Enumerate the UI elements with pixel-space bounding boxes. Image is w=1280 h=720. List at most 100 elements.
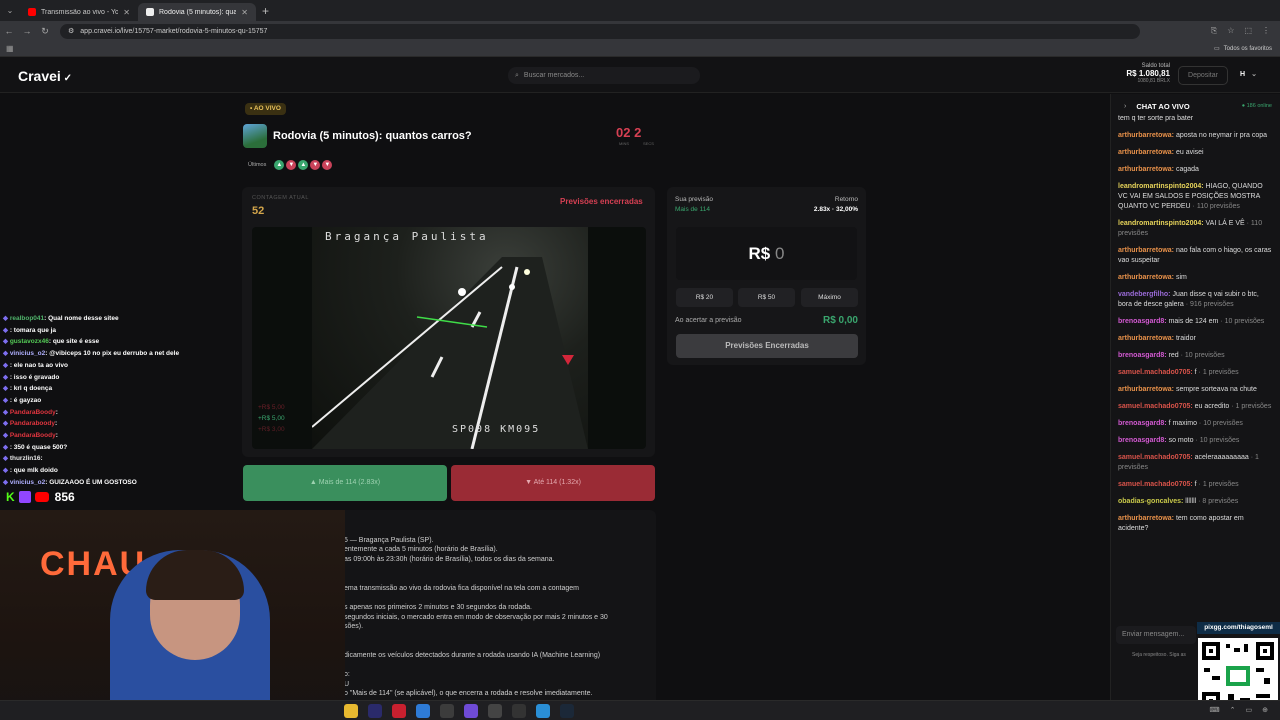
obs-icon[interactable]: [488, 704, 502, 718]
chat-text: eu acredito: [1192, 403, 1230, 410]
translate-icon[interactable]: ⎘: [1211, 26, 1217, 36]
chat-username[interactable]: leandromartinspinto2004:: [1118, 183, 1204, 190]
site-info-icon[interactable]: ⚙: [68, 27, 74, 35]
premiere-icon[interactable]: [368, 704, 382, 718]
chat-text: aceleraaaaaaaaa: [1192, 454, 1249, 461]
new-tab-icon[interactable]: +: [262, 4, 269, 18]
chat-text: VAI LÁ E VÊ: [1203, 220, 1245, 227]
chat-username[interactable]: arthurbarretowa:: [1118, 247, 1174, 254]
viewer-count: K 856: [6, 490, 75, 504]
close-tab-icon[interactable]: ✕: [241, 8, 248, 17]
close-tab-icon[interactable]: ✕: [123, 8, 130, 17]
tray-up-icon[interactable]: ⌃: [1230, 706, 1236, 714]
bet-more-button[interactable]: ▲ Mais de 114 (2.83x): [243, 465, 447, 501]
overlay-chat-text: : 350 é quase 500?: [9, 443, 68, 451]
tab-cravei[interactable]: Rodovia (5 minutos): quantos c ✕: [138, 3, 256, 21]
bookmark-star-icon[interactable]: ☆: [1227, 26, 1234, 36]
menu-icon[interactable]: ⋮: [1262, 26, 1270, 36]
overlay-chat-line: ◆ Pandaraboody:: [3, 418, 243, 430]
reload-icon[interactable]: ↻: [36, 26, 54, 37]
chat-text: tem q ter sorte pra bater: [1118, 115, 1194, 122]
amount-prefix: R$: [748, 244, 771, 263]
download-icon[interactable]: [512, 704, 526, 718]
chat-username[interactable]: arthurbarretowa:: [1118, 274, 1174, 281]
chat-username[interactable]: obadias-goncalves:: [1118, 498, 1183, 505]
predictions-closed-button[interactable]: Previsões Encerradas: [676, 334, 858, 358]
chat-message: samuel.machado0705: aceleraaaaaaaaa · 1 …: [1118, 453, 1273, 473]
app-icon[interactable]: [392, 704, 406, 718]
chat-username[interactable]: brenoasgard8:: [1118, 420, 1167, 427]
your-prediction-value: Mais de 114: [675, 206, 710, 213]
quick-amount-max-button[interactable]: Máximo: [801, 288, 858, 307]
chat-message-input[interactable]: Enviar mensagem...: [1116, 626, 1196, 644]
steam-icon[interactable]: [560, 704, 574, 718]
keyboard-icon[interactable]: ⌨: [1210, 706, 1220, 714]
network-icon[interactable]: ⊕: [1262, 706, 1268, 714]
tab-list-chevron-icon[interactable]: ⌄: [0, 6, 20, 15]
chat-username[interactable]: samuel.machado0705:: [1118, 481, 1193, 488]
chat-message: leandromartinspinto2004: HIAGO, QUANDO V…: [1118, 182, 1273, 212]
url-input[interactable]: ⚙ app.cravei.io/live/15757-market/rodovi…: [60, 23, 1140, 39]
collapse-chat-icon[interactable]: ›: [1124, 103, 1126, 110]
folder-icon: ▭: [1213, 46, 1220, 52]
result-down-icon: ▼: [286, 160, 297, 170]
chat-username[interactable]: samuel.machado0705:: [1118, 454, 1193, 461]
bet-more-label: Mais de 114 (2.83x): [318, 479, 381, 486]
chat-message: samuel.machado0705: f · 1 previsões: [1118, 480, 1273, 490]
apps-grid-icon[interactable]: ▦: [6, 44, 14, 53]
chat-messages[interactable]: tem q ter sorte pra bater arthurbarretowa…: [1118, 114, 1273, 614]
road-illustration: [311, 257, 588, 449]
overlay-chat-line: ◆ vinicius_o2: GUIZAAOO É UM GOSTOSO: [3, 477, 243, 489]
chat-username[interactable]: arthurbarretowa:: [1118, 149, 1174, 156]
badge-icon: ◆: [3, 467, 10, 475]
return-label: Retorno: [834, 196, 858, 203]
chat-username[interactable]: samuel.machado0705:: [1118, 403, 1193, 410]
bet-under-button[interactable]: ▼ Até 114 (1.32x): [451, 465, 655, 501]
chat-username[interactable]: arthurbarretowa:: [1118, 166, 1174, 173]
chat-username[interactable]: arthurbarretowa:: [1118, 515, 1174, 522]
quick-amount-20-button[interactable]: R$ 20: [676, 288, 733, 307]
chrome-icon[interactable]: [440, 704, 454, 718]
overlay-chat-text: :: [40, 455, 43, 463]
timer-sec-label: SECS: [643, 141, 654, 146]
chat-message: brenoasgard8: red · 10 previsões: [1118, 351, 1273, 361]
amount-input[interactable]: R$ 0: [676, 227, 857, 280]
chat-username[interactable]: samuel.machado0705:: [1118, 369, 1193, 376]
url-text: app.cravei.io/live/15757-market/rodovia-…: [80, 27, 268, 35]
overlay-chat-text: : krl q doença: [9, 385, 53, 393]
avatar[interactable]: H ⌄: [1240, 70, 1257, 78]
chat-prediction-count: · 110 previsões: [1190, 203, 1240, 210]
taskbar: ⌨ ⌃ ▭ ⊕: [0, 700, 1280, 720]
tab-youtube[interactable]: Transmissão ao vivo - YouTube ✕: [20, 3, 138, 21]
timer-labels: MINS SECS: [619, 141, 659, 146]
stream-overlay-chat: ◆ realbop041: Qual nome desse sitee ◆ : t…: [3, 313, 243, 489]
badge-icon: ◆: [3, 455, 10, 463]
back-icon[interactable]: ←: [0, 26, 18, 36]
forward-icon[interactable]: →: [18, 26, 36, 36]
chat-username[interactable]: brenoasgard8:: [1118, 352, 1167, 359]
chat-username[interactable]: arthurbarretowa:: [1118, 335, 1174, 342]
chat-username[interactable]: arthurbarretowa:: [1118, 132, 1174, 139]
chat-username[interactable]: leandromartinspinto2004:: [1118, 220, 1204, 227]
payout-label: Ao acertar a previsão: [675, 317, 742, 324]
chat-username[interactable]: arthurbarretowa:: [1118, 386, 1174, 393]
discord-icon[interactable]: [464, 704, 478, 718]
cravei-logo[interactable]: Cravei ✓: [18, 68, 72, 84]
extensions-icon[interactable]: ⬚: [1244, 26, 1252, 36]
chat-username[interactable]: vandebergfilho:: [1118, 291, 1171, 298]
chat-username[interactable]: brenoasgard8:: [1118, 318, 1167, 325]
all-bookmarks[interactable]: ▭ Todos os favoritos: [1213, 45, 1272, 53]
app-icon[interactable]: [416, 704, 430, 718]
overlay-chat-line: ◆ : tomara que ja: [3, 325, 243, 337]
app-icon[interactable]: [536, 704, 550, 718]
chrome-icon[interactable]: [344, 704, 358, 718]
monitor-icon[interactable]: ▭: [1246, 706, 1253, 714]
quick-amount-50-button[interactable]: R$ 50: [738, 288, 795, 307]
overlay-chat-text: :: [55, 432, 58, 440]
deposit-button[interactable]: Depositar: [1178, 66, 1228, 85]
count-label: CONTAGEM ATUAL: [252, 195, 309, 201]
chat-message: arthurbarretowa: tem como apostar em aci…: [1118, 514, 1273, 534]
tab-youtube-label: Transmissão ao vivo - YouTube: [41, 8, 119, 16]
chat-username[interactable]: brenoasgard8:: [1118, 437, 1167, 444]
search-input[interactable]: ⌕ Buscar mercados...: [508, 67, 700, 84]
